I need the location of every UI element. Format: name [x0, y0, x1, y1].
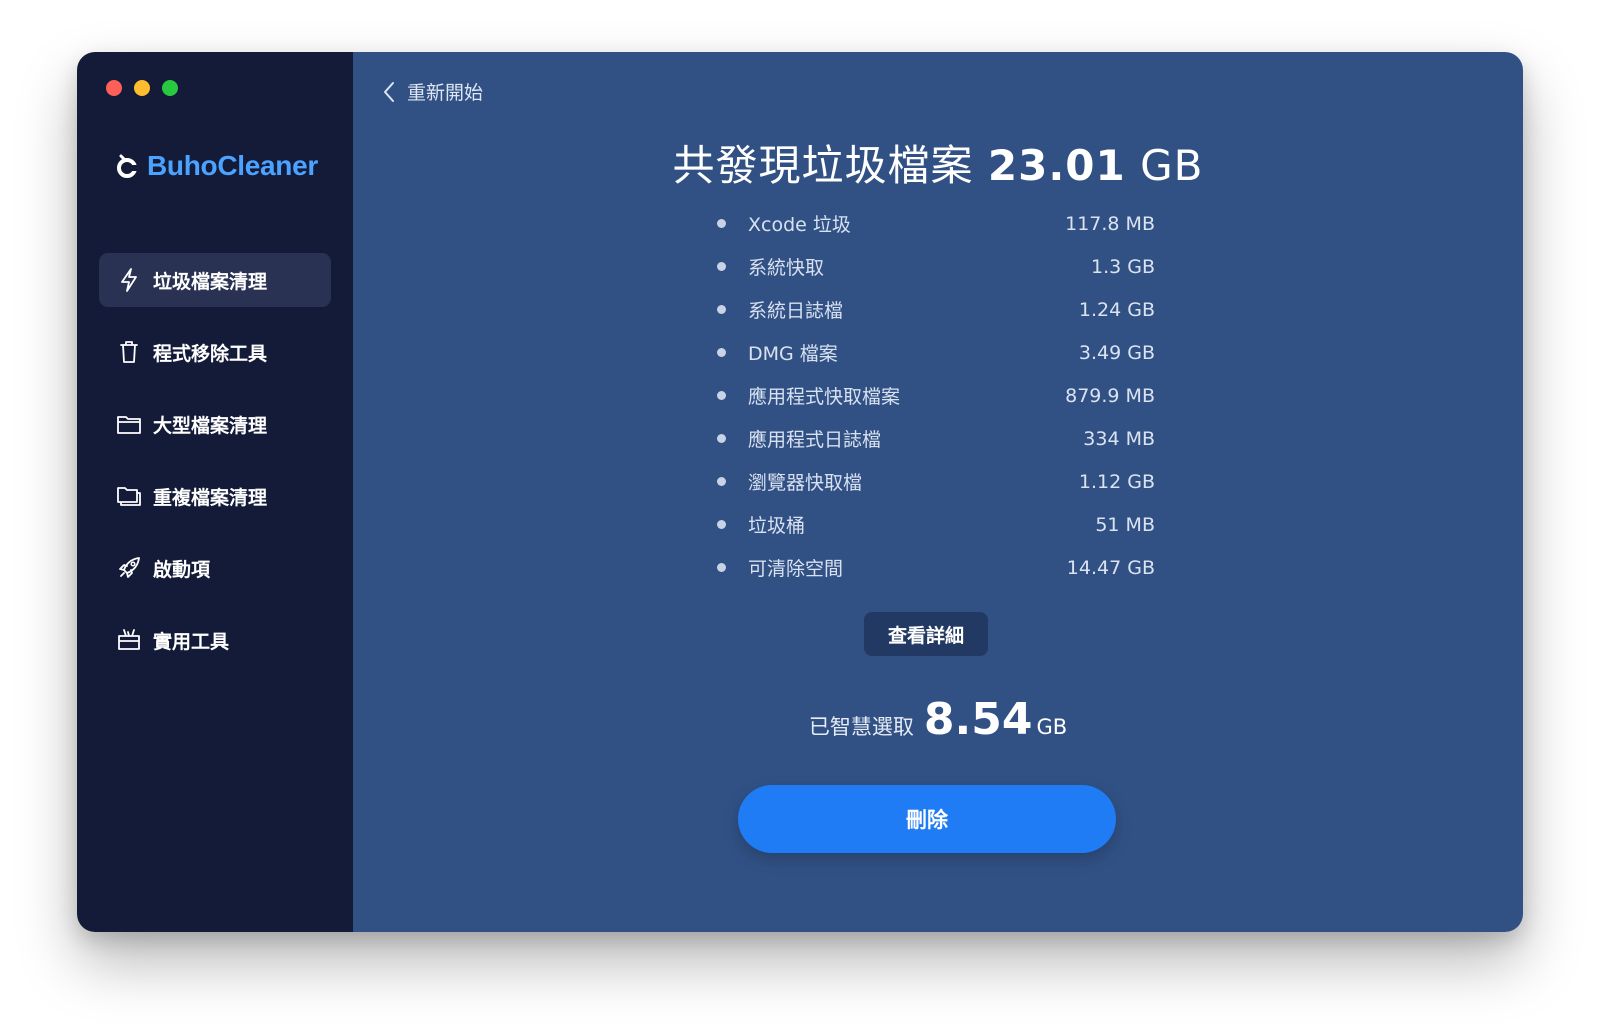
item-size: 1.3 GB [1090, 255, 1155, 278]
sidebar-item-large-files[interactable]: 大型檔案清理 [99, 397, 331, 451]
bullet-icon [717, 477, 726, 486]
buho-logo-icon [117, 154, 139, 178]
item-label: 瀏覽器快取檔 [748, 472, 863, 494]
title-prefix: 共發現垃圾檔案 [672, 141, 974, 190]
delete-button[interactable]: 刪除 [738, 785, 1116, 853]
list-item: 應用程式日誌檔 334 MB [713, 417, 1155, 460]
sidebar-item-label: 實用工具 [153, 630, 230, 653]
main-panel: 重新開始 共發現垃圾檔案 23.01 GB Xcode 垃圾 117.8 MB 系… [353, 52, 1523, 932]
bullet-icon [717, 434, 726, 443]
sidebar-item-duplicate-files[interactable]: 重複檔案清理 [99, 469, 331, 523]
sidebar-item-startup-items[interactable]: 啟動項 [99, 541, 331, 595]
selected-size: 8.54 [923, 694, 1033, 745]
item-label: Xcode 垃圾 [748, 214, 851, 236]
duplicate-folder-icon [117, 484, 141, 508]
item-size: 14.47 GB [1066, 556, 1155, 579]
brand-logo: BuhoCleaner [115, 150, 318, 182]
item-size: 1.24 GB [1078, 298, 1155, 321]
total-junk-size: 23.01 [987, 141, 1126, 190]
junk-list: Xcode 垃圾 117.8 MB 系統快取 1.3 GB 系統日誌檔 1.24 GB… [713, 202, 1155, 589]
list-item: 系統日誌檔 1.24 GB [713, 288, 1155, 331]
item-label: 系統快取 [748, 257, 825, 279]
item-label: 系統日誌檔 [748, 300, 844, 322]
sidebar-item-toolkit[interactable]: 實用工具 [99, 613, 331, 667]
view-details-button[interactable]: 查看詳細 [864, 612, 988, 656]
item-size: 879.9 MB [1065, 384, 1155, 407]
sidebar-item-label: 程式移除工具 [153, 342, 268, 365]
item-label: 應用程式日誌檔 [748, 429, 882, 451]
trash-icon [117, 340, 141, 364]
bullet-icon [717, 563, 726, 572]
item-label: 垃圾桶 [748, 515, 806, 537]
sidebar-item-label: 重複檔案清理 [153, 486, 268, 509]
sidebar-item-junk-cleanup[interactable]: 垃圾檔案清理 [99, 253, 331, 307]
sidebar-item-label: 垃圾檔案清理 [153, 270, 268, 293]
item-size: 3.49 GB [1078, 341, 1155, 364]
selected-unit: GB [1036, 715, 1068, 739]
bullet-icon [717, 305, 726, 314]
total-junk-unit: GB [1140, 141, 1204, 190]
sidebar-item-label: 啟動項 [153, 558, 211, 581]
app-window: BuhoCleaner 垃圾檔案清理 程式移除工具 大型檔案清理 重複檔案清理 … [77, 52, 1523, 932]
brand-name: BuhoCleaner [147, 150, 318, 181]
chevron-left-icon [384, 81, 394, 102]
rocket-icon [117, 556, 141, 580]
list-item: 系統快取 1.3 GB [713, 245, 1155, 288]
zoom-window-button[interactable] [162, 80, 178, 96]
list-item: 垃圾桶 51 MB [713, 503, 1155, 546]
minimize-window-button[interactable] [134, 80, 150, 96]
selected-label: 已智慧選取 [808, 715, 914, 739]
toolbox-icon [117, 628, 141, 652]
sidebar-item-label: 大型檔案清理 [153, 414, 268, 437]
restart-button[interactable]: 重新開始 [383, 78, 483, 105]
list-item: 可清除空間 14.47 GB [713, 546, 1155, 589]
sidebar: BuhoCleaner 垃圾檔案清理 程式移除工具 大型檔案清理 重複檔案清理 … [77, 52, 353, 932]
list-item: 應用程式快取檔案 879.9 MB [713, 374, 1155, 417]
bullet-icon [717, 219, 726, 228]
bullet-icon [717, 348, 726, 357]
list-item: 瀏覽器快取檔 1.12 GB [713, 460, 1155, 503]
item-label: DMG 檔案 [748, 343, 838, 365]
lightning-icon [117, 268, 141, 292]
bullet-icon [717, 391, 726, 400]
page-title: 共發現垃圾檔案 23.01 GB [353, 132, 1523, 193]
item-label: 應用程式快取檔案 [748, 386, 901, 408]
bullet-icon [717, 520, 726, 529]
smart-selection-summary: 已智慧選取 8.54 GB [353, 694, 1523, 745]
close-window-button[interactable] [106, 80, 122, 96]
window-controls [106, 80, 178, 96]
list-item: Xcode 垃圾 117.8 MB [713, 202, 1155, 245]
item-size: 51 MB [1095, 513, 1155, 536]
restart-label: 重新開始 [407, 82, 484, 104]
sidebar-item-app-uninstaller[interactable]: 程式移除工具 [99, 325, 331, 379]
item-size: 334 MB [1083, 427, 1155, 450]
sidebar-nav: 垃圾檔案清理 程式移除工具 大型檔案清理 重複檔案清理 啟動項 實用工具 [99, 253, 331, 685]
bullet-icon [717, 262, 726, 271]
item-label: 可清除空間 [748, 558, 844, 580]
folder-icon [117, 412, 141, 436]
item-size: 1.12 GB [1078, 470, 1155, 493]
list-item: DMG 檔案 3.49 GB [713, 331, 1155, 374]
item-size: 117.8 MB [1065, 212, 1155, 235]
